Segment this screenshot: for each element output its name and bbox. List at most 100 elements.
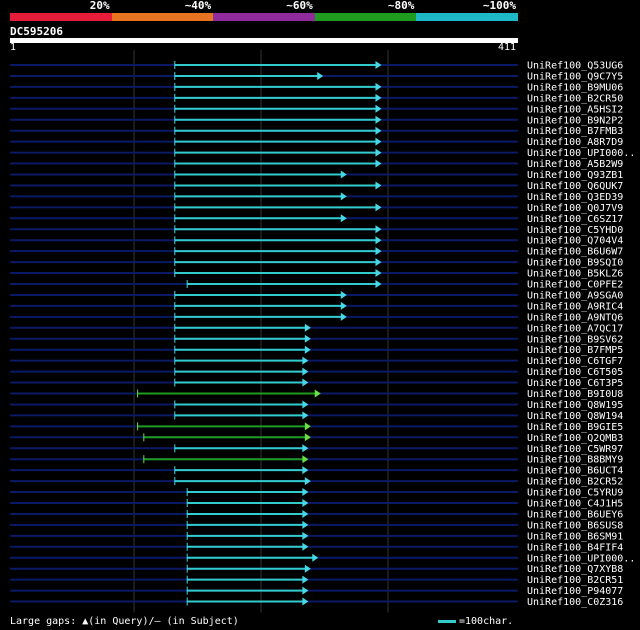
hit-arrow [375,126,382,135]
hit-label[interactable]: UniRef100_C6SZ17 [527,214,623,225]
hit-arrow [317,71,324,80]
scale-legend-text: =100char. [459,616,514,627]
hit-label[interactable]: UniRef100_C6T505 [527,367,623,378]
hit-arrow [375,247,382,256]
hit-label[interactable]: UniRef100_B8BMY9 [527,455,623,466]
hit-arrow [375,137,382,146]
hit-label[interactable]: UniRef100_P94077 [527,586,623,597]
hit-label[interactable]: UniRef100_Q9C7Y5 [527,71,623,82]
hit-arrow [304,433,311,442]
hit-arrow [302,597,309,606]
hit-label[interactable]: UniRef100_C6TGF7 [527,356,623,367]
hit-label[interactable]: UniRef100_B9MU06 [527,82,623,93]
hit-label[interactable]: UniRef100_Q8W195 [527,400,623,411]
hit-label[interactable]: UniRef100_B7FMB3 [527,126,623,137]
hit-label[interactable]: UniRef100_B9GIE5 [527,422,623,433]
hit-arrow [302,466,309,475]
hit-label[interactable]: UniRef100_C5WR97 [527,444,623,455]
hit-label[interactable]: UniRef100_B4FIF4 [527,542,623,553]
hit-arrow [304,422,311,431]
hit-label[interactable]: UniRef100_A5B2W9 [527,159,623,170]
hit-arrow [302,444,309,453]
hit-arrow [375,115,382,124]
hit-arrow [304,564,311,573]
hit-arrow [302,356,309,365]
hit-arrow [314,389,321,398]
hit-label[interactable]: UniRef100_UPI000.. [527,148,635,159]
hit-arrow [302,509,309,518]
hit-label[interactable]: UniRef100_C4J1H5 [527,499,623,510]
hit-label[interactable]: UniRef100_Q53UG6 [527,61,623,72]
hit-label[interactable]: UniRef100_B6UEY6 [527,509,623,520]
hit-arrow [375,104,382,113]
hit-label[interactable]: UniRef100_B6UCT4 [527,466,623,477]
hit-label[interactable]: UniRef100_B9SV62 [527,334,623,345]
hit-label[interactable]: UniRef100_A5HSI2 [527,104,623,115]
hit-label[interactable]: UniRef100_B2CR50 [527,93,623,104]
hit-label[interactable]: UniRef100_B6U6W7 [527,247,623,258]
hit-arrow [340,192,347,201]
hit-label[interactable]: UniRef100_A9SGA0 [527,290,623,301]
hit-arrow [340,170,347,179]
hit-arrow [302,400,309,409]
hit-arrow [340,214,347,223]
hit-arrow [302,586,309,595]
hit-arrow [375,236,382,245]
hit-arrow [375,148,382,157]
hit-label[interactable]: UniRef100_A9RIC4 [527,301,623,312]
hit-label[interactable]: UniRef100_B2CR51 [527,575,623,586]
hit-arrow [340,312,347,321]
hit-label[interactable]: UniRef100_B9N2P2 [527,115,623,126]
hit-arrow [340,290,347,299]
hit-label[interactable]: UniRef100_UPI000.. [527,553,635,564]
hit-arrow [304,323,311,332]
hit-arrow [302,575,309,584]
hit-arrow [312,553,319,562]
hit-arrow [302,531,309,540]
hit-arrow [340,301,347,310]
hit-label[interactable]: UniRef100_Q93ZB1 [527,170,623,181]
hit-arrow [375,258,382,267]
hit-label[interactable]: UniRef100_Q704V4 [527,236,623,247]
hit-arrow [302,455,309,464]
hit-label[interactable]: UniRef100_B9SQI0 [527,258,623,269]
hit-arrow [302,411,309,420]
scale-legend: =100char. [438,616,513,627]
hit-arrow [304,345,311,354]
hit-label[interactable]: UniRef100_A8R7D9 [527,137,623,148]
hit-label[interactable]: UniRef100_Q8W194 [527,411,623,422]
hit-arrow [302,542,309,551]
hit-arrow [375,181,382,190]
hit-label[interactable]: UniRef100_C0Z316 [527,597,623,608]
hit-arrow [302,520,309,529]
hit-label[interactable]: UniRef100_B6SM91 [527,531,623,542]
hit-arrow [304,334,311,343]
hit-label[interactable]: UniRef100_B2CR52 [527,477,623,488]
hit-arrow [302,488,309,497]
hit-arrow [375,82,382,91]
hit-label[interactable]: UniRef100_A7QC17 [527,323,623,334]
hit-arrow [375,61,382,69]
hit-label[interactable]: UniRef100_Q6QUK7 [527,181,623,192]
hit-arrow [302,378,309,387]
hit-arrow [375,93,382,102]
hit-label[interactable]: UniRef100_Q3ED39 [527,192,623,203]
hit-label[interactable]: UniRef100_C6T3P5 [527,378,623,389]
gaps-legend: Large gaps: ▲(in Query)/— (in Subject) [10,616,239,627]
hit-label[interactable]: UniRef100_Q7XYB8 [527,564,623,575]
hit-label[interactable]: UniRef100_B9I0U8 [527,389,623,400]
alignment-plot: UniRef100_Q53UG6UniRef100_Q9C7Y5UniRef10… [10,50,635,613]
hit-label[interactable]: UniRef100_C0PFE2 [527,280,623,291]
hit-label[interactable]: UniRef100_C5YHD0 [527,225,623,236]
hit-arrow [375,280,382,288]
scale-legend-line [438,619,456,623]
hit-label[interactable]: UniRef100_C5YRU9 [527,488,623,499]
hit-label[interactable]: UniRef100_A9NTQ6 [527,312,623,323]
hit-arrow [302,499,309,507]
hit-arrow [375,269,382,278]
hit-label[interactable]: UniRef100_B7FMP5 [527,345,623,356]
hit-label[interactable]: UniRef100_Q2QMB3 [527,433,623,444]
hit-label[interactable]: UniRef100_B6SUS8 [527,520,623,531]
hit-label[interactable]: UniRef100_Q0J7V9 [527,203,623,214]
hit-label[interactable]: UniRef100_B5KLZ6 [527,269,623,280]
